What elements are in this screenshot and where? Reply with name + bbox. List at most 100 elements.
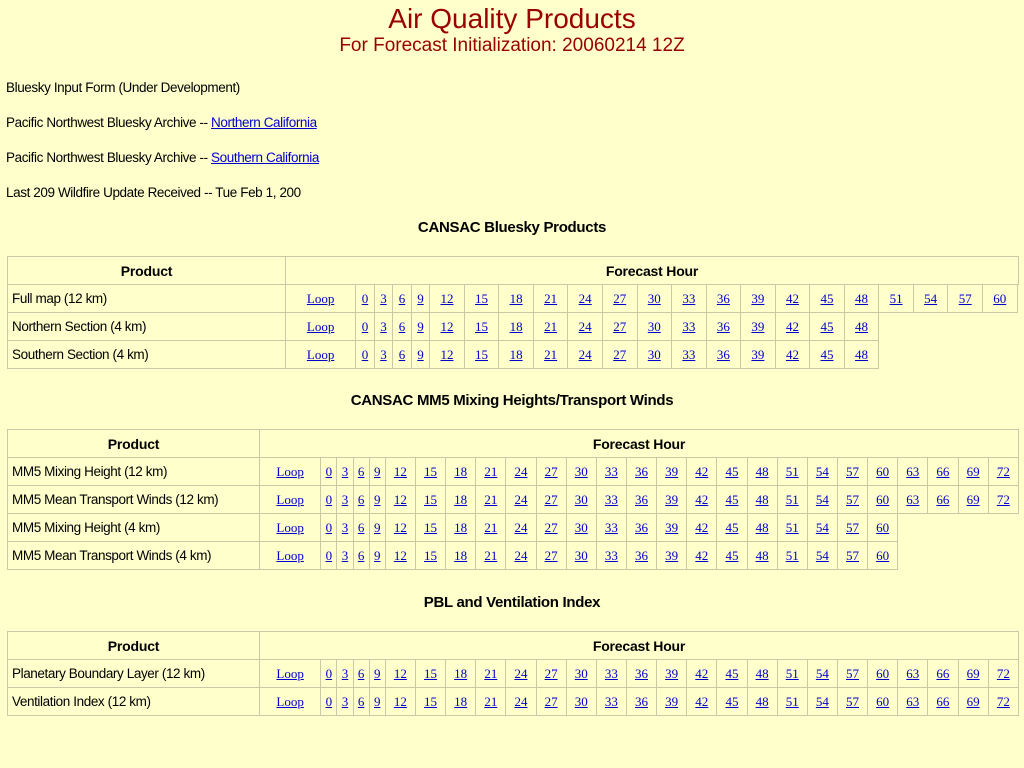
- forecast-hour-link[interactable]: 12: [394, 666, 407, 681]
- forecast-hour-link[interactable]: 48: [756, 548, 769, 563]
- forecast-hour-link[interactable]: 27: [613, 319, 626, 334]
- forecast-hour-link[interactable]: 42: [695, 666, 708, 681]
- forecast-hour-link[interactable]: 33: [605, 666, 618, 681]
- forecast-hour-link[interactable]: 39: [751, 291, 764, 306]
- loop-link[interactable]: Loop: [276, 548, 303, 563]
- forecast-hour-link[interactable]: 24: [514, 666, 527, 681]
- forecast-hour-link[interactable]: 27: [545, 520, 558, 535]
- forecast-hour-link[interactable]: 18: [510, 347, 523, 362]
- forecast-hour-link[interactable]: 21: [484, 666, 497, 681]
- forecast-hour-link[interactable]: 57: [959, 291, 972, 306]
- forecast-hour-link[interactable]: 33: [605, 548, 618, 563]
- forecast-hour-link[interactable]: 51: [786, 548, 799, 563]
- forecast-hour-link[interactable]: 12: [440, 291, 453, 306]
- forecast-hour-link[interactable]: 33: [605, 694, 618, 709]
- forecast-hour-link[interactable]: 27: [613, 347, 626, 362]
- forecast-hour-link[interactable]: 36: [635, 548, 648, 563]
- forecast-hour-link[interactable]: 54: [816, 548, 829, 563]
- forecast-hour-link[interactable]: 12: [394, 464, 407, 479]
- forecast-hour-link[interactable]: 39: [665, 492, 678, 507]
- forecast-hour-link[interactable]: 24: [579, 319, 592, 334]
- forecast-hour-link[interactable]: 24: [514, 520, 527, 535]
- forecast-hour-link[interactable]: 45: [725, 464, 738, 479]
- forecast-hour-link[interactable]: 0: [362, 291, 369, 306]
- forecast-hour-link[interactable]: 45: [725, 492, 738, 507]
- forecast-hour-link[interactable]: 27: [545, 694, 558, 709]
- forecast-hour-link[interactable]: 30: [575, 492, 588, 507]
- forecast-hour-link[interactable]: 9: [374, 520, 381, 535]
- northern-california-link[interactable]: Northern California: [211, 115, 317, 130]
- forecast-hour-link[interactable]: 18: [454, 464, 467, 479]
- forecast-hour-link[interactable]: 9: [374, 548, 381, 563]
- forecast-hour-link[interactable]: 57: [846, 694, 859, 709]
- forecast-hour-link[interactable]: 6: [358, 694, 365, 709]
- loop-link[interactable]: Loop: [276, 492, 303, 507]
- forecast-hour-link[interactable]: 57: [846, 464, 859, 479]
- forecast-hour-link[interactable]: 24: [514, 694, 527, 709]
- forecast-hour-link[interactable]: 12: [394, 694, 407, 709]
- forecast-hour-link[interactable]: 54: [816, 666, 829, 681]
- forecast-hour-link[interactable]: 0: [326, 464, 333, 479]
- forecast-hour-link[interactable]: 51: [786, 520, 799, 535]
- forecast-hour-link[interactable]: 63: [906, 666, 919, 681]
- forecast-hour-link[interactable]: 72: [997, 694, 1010, 709]
- forecast-hour-link[interactable]: 36: [717, 319, 730, 334]
- forecast-hour-link[interactable]: 21: [484, 520, 497, 535]
- forecast-hour-link[interactable]: 3: [342, 666, 349, 681]
- forecast-hour-link[interactable]: 15: [424, 548, 437, 563]
- forecast-hour-link[interactable]: 30: [575, 464, 588, 479]
- forecast-hour-link[interactable]: 42: [695, 694, 708, 709]
- forecast-hour-link[interactable]: 45: [725, 520, 738, 535]
- forecast-hour-link[interactable]: 18: [510, 291, 523, 306]
- forecast-hour-link[interactable]: 51: [786, 666, 799, 681]
- forecast-hour-link[interactable]: 42: [786, 347, 799, 362]
- forecast-hour-link[interactable]: 30: [648, 291, 661, 306]
- forecast-hour-link[interactable]: 33: [682, 291, 695, 306]
- forecast-hour-link[interactable]: 48: [756, 520, 769, 535]
- forecast-hour-link[interactable]: 33: [682, 319, 695, 334]
- forecast-hour-link[interactable]: 21: [484, 694, 497, 709]
- forecast-hour-link[interactable]: 42: [786, 291, 799, 306]
- forecast-hour-link[interactable]: 39: [665, 694, 678, 709]
- forecast-hour-link[interactable]: 27: [613, 291, 626, 306]
- forecast-hour-link[interactable]: 15: [424, 520, 437, 535]
- forecast-hour-link[interactable]: 54: [816, 464, 829, 479]
- forecast-hour-link[interactable]: 42: [695, 492, 708, 507]
- forecast-hour-link[interactable]: 45: [821, 347, 834, 362]
- forecast-hour-link[interactable]: 27: [545, 666, 558, 681]
- forecast-hour-link[interactable]: 6: [399, 319, 406, 334]
- forecast-hour-link[interactable]: 27: [545, 464, 558, 479]
- forecast-hour-link[interactable]: 69: [967, 694, 980, 709]
- forecast-hour-link[interactable]: 48: [756, 492, 769, 507]
- forecast-hour-link[interactable]: 42: [786, 319, 799, 334]
- forecast-hour-link[interactable]: 60: [993, 291, 1006, 306]
- forecast-hour-link[interactable]: 36: [635, 464, 648, 479]
- loop-link[interactable]: Loop: [307, 319, 334, 334]
- forecast-hour-link[interactable]: 0: [326, 694, 333, 709]
- forecast-hour-link[interactable]: 0: [326, 548, 333, 563]
- forecast-hour-link[interactable]: 21: [484, 492, 497, 507]
- forecast-hour-link[interactable]: 57: [846, 492, 859, 507]
- forecast-hour-link[interactable]: 30: [575, 694, 588, 709]
- forecast-hour-link[interactable]: 15: [424, 694, 437, 709]
- forecast-hour-link[interactable]: 21: [544, 319, 557, 334]
- forecast-hour-link[interactable]: 18: [454, 520, 467, 535]
- forecast-hour-link[interactable]: 69: [967, 666, 980, 681]
- forecast-hour-link[interactable]: 18: [454, 548, 467, 563]
- forecast-hour-link[interactable]: 45: [821, 291, 834, 306]
- forecast-hour-link[interactable]: 30: [575, 548, 588, 563]
- forecast-hour-link[interactable]: 9: [417, 319, 424, 334]
- forecast-hour-link[interactable]: 48: [855, 291, 868, 306]
- forecast-hour-link[interactable]: 15: [475, 319, 488, 334]
- loop-link[interactable]: Loop: [307, 347, 334, 362]
- forecast-hour-link[interactable]: 57: [846, 520, 859, 535]
- forecast-hour-link[interactable]: 9: [374, 492, 381, 507]
- forecast-hour-link[interactable]: 66: [936, 492, 949, 507]
- forecast-hour-link[interactable]: 36: [635, 694, 648, 709]
- forecast-hour-link[interactable]: 63: [906, 464, 919, 479]
- forecast-hour-link[interactable]: 24: [579, 347, 592, 362]
- forecast-hour-link[interactable]: 6: [358, 520, 365, 535]
- forecast-hour-link[interactable]: 39: [665, 464, 678, 479]
- forecast-hour-link[interactable]: 9: [417, 347, 424, 362]
- forecast-hour-link[interactable]: 39: [665, 548, 678, 563]
